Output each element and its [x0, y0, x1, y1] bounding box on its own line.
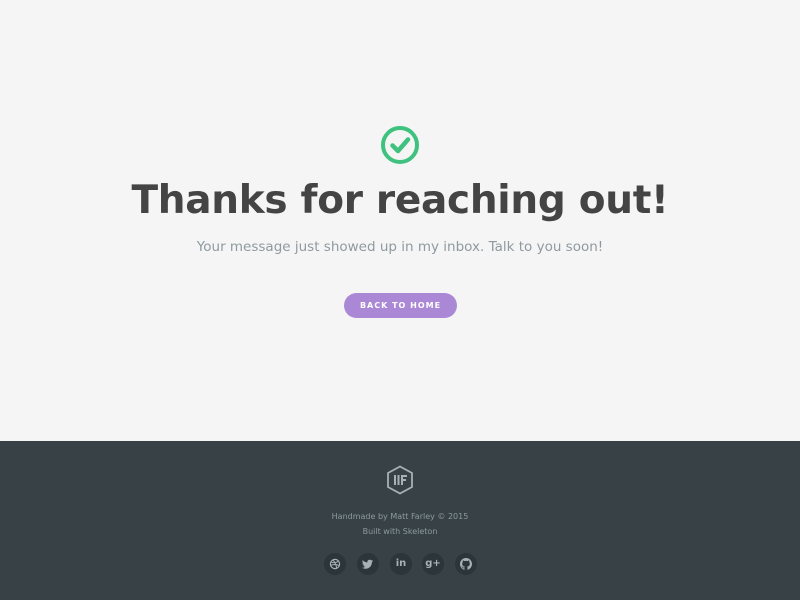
twitter-icon[interactable]	[357, 553, 379, 575]
github-icon[interactable]	[455, 553, 477, 575]
page: Thanks for reaching out! Your message ju…	[0, 0, 800, 600]
back-to-home-button[interactable]: BACK TO HOME	[344, 293, 457, 318]
hero-section: Thanks for reaching out! Your message ju…	[0, 0, 800, 441]
google-plus-glyph: g+	[425, 558, 441, 569]
footer-built-with: Built with Skeleton	[362, 527, 438, 536]
mf-hexagon-logo[interactable]	[386, 465, 414, 495]
confirmation-message: Your message just showed up in my inbox.…	[196, 239, 604, 255]
linkedin-glyph: in	[395, 558, 407, 569]
dribbble-icon[interactable]	[324, 553, 346, 575]
google-plus-icon[interactable]: g+	[422, 553, 444, 575]
check-circle-icon	[381, 126, 419, 164]
footer-credit: Handmade by Matt Farley © 2015	[331, 512, 469, 521]
footer: Handmade by Matt Farley © 2015 Built wit…	[0, 441, 800, 600]
linkedin-icon[interactable]: in	[390, 553, 412, 575]
page-title: Thanks for reaching out!	[131, 178, 669, 223]
